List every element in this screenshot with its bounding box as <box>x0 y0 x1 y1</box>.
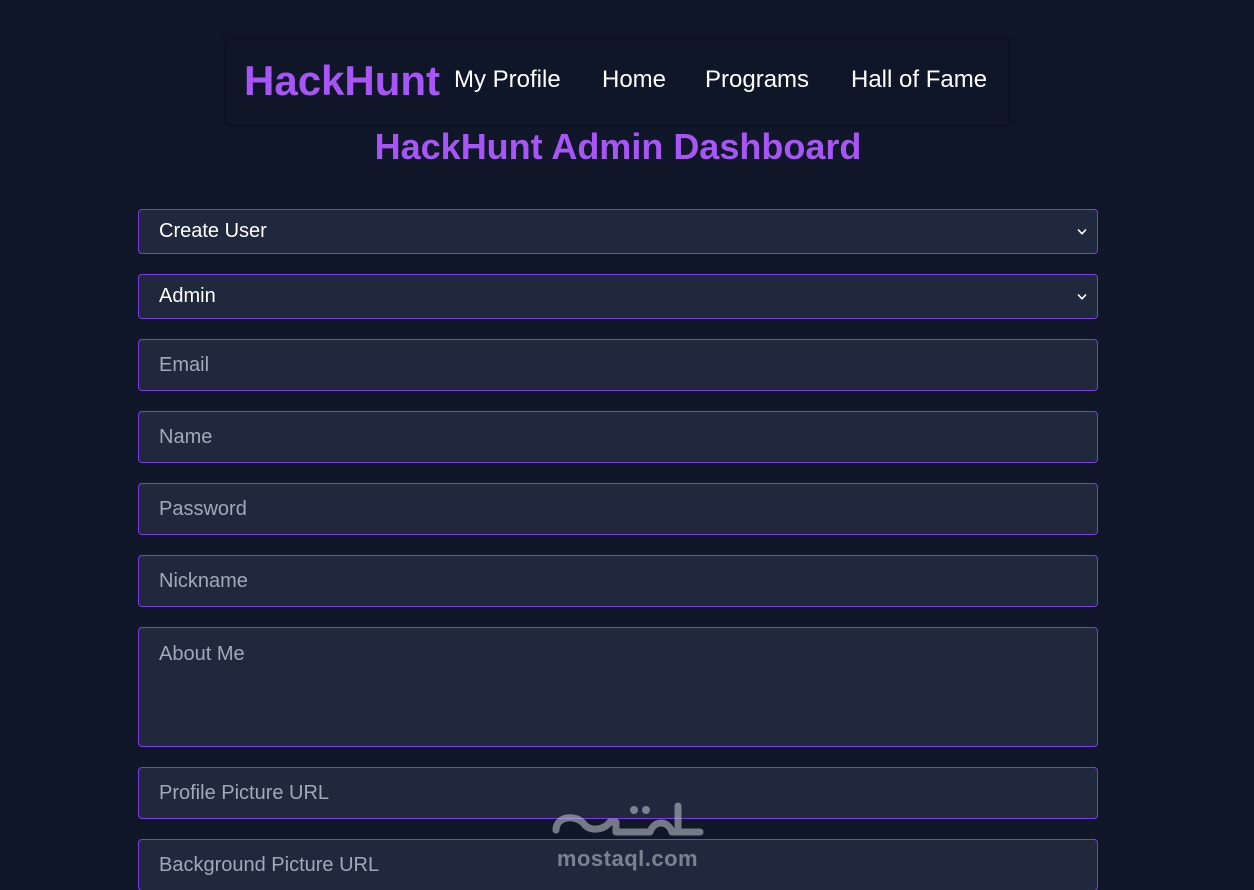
nickname-field[interactable] <box>138 555 1098 607</box>
page-title: HackHunt Admin Dashboard <box>374 126 862 167</box>
nav-link-programs[interactable]: Programs <box>705 65 809 95</box>
watermark-logo <box>552 802 704 836</box>
password-field[interactable] <box>138 483 1098 535</box>
chevron-down-icon <box>1077 229 1087 235</box>
role-select[interactable]: Admin <box>138 274 1098 319</box>
admin-dashboard-page: HackHunt My Profile Home Programs Hall o… <box>0 0 1254 890</box>
role-select-value: Admin <box>159 285 216 307</box>
action-select[interactable]: Create User <box>138 209 1098 254</box>
name-field[interactable] <box>138 411 1098 463</box>
action-select-value: Create User <box>159 220 267 242</box>
nav-link-home[interactable]: Home <box>602 65 666 95</box>
watermark: mostaql.com <box>550 800 705 872</box>
about-me-textarea[interactable] <box>138 627 1098 747</box>
nav-link-my-profile[interactable]: My Profile <box>454 65 561 95</box>
brand-logo[interactable]: HackHunt <box>244 56 440 106</box>
top-navbar: HackHunt My Profile Home Programs Hall o… <box>226 40 1008 124</box>
nav-link-hall-of-fame[interactable]: Hall of Fame <box>851 65 987 95</box>
chevron-down-icon <box>1077 294 1087 300</box>
email-field[interactable] <box>138 339 1098 391</box>
watermark-text: mostaql.com <box>556 846 699 871</box>
